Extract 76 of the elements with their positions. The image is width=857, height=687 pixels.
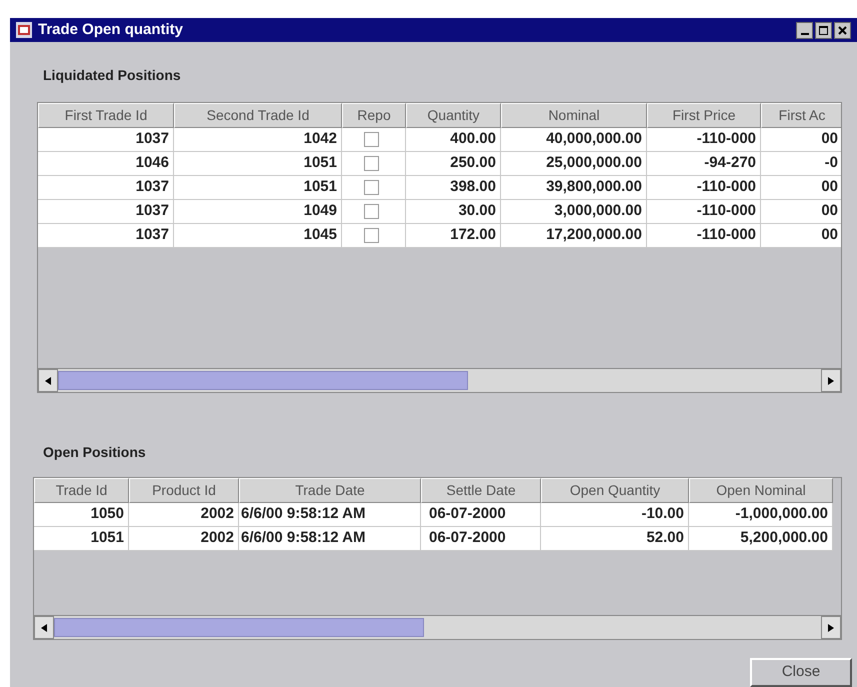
table-cell-text: 40,000,000.00: [546, 129, 642, 150]
table-cell-text: 398.00: [450, 177, 496, 198]
minimize-icon[interactable]: [796, 22, 813, 38]
table-cell-text: -94-270: [704, 153, 756, 174]
column-header[interactable]: Trade Date: [239, 478, 421, 503]
table-cell-text: 00: [821, 225, 838, 246]
scroll-thumb[interactable]: [54, 618, 424, 637]
scroll-right-icon[interactable]: [821, 369, 841, 392]
table-cell-text: 06-07-2000: [429, 528, 506, 548]
table-cell-text: 00: [821, 129, 838, 150]
table-cell-text: -10.00: [641, 504, 684, 524]
section-title: Open Positions: [43, 444, 146, 460]
horizontal-scrollbar[interactable]: [38, 368, 841, 392]
table-cell-text: -0: [824, 153, 838, 174]
repo-checkbox[interactable]: [364, 132, 379, 147]
table-cell-text: 1049: [304, 201, 337, 222]
column-header[interactable]: Trade Id: [34, 478, 129, 503]
close-button[interactable]: Close: [750, 658, 852, 687]
table-cell-text: -110-000: [696, 177, 756, 198]
table-cell-text: 1051: [90, 528, 124, 548]
table-cell-text: 00: [821, 177, 838, 198]
table-cell-text: 1037: [136, 225, 169, 246]
scroll-thumb[interactable]: [58, 371, 468, 390]
table-cell-text: 6/6/00 9:58:12 AM: [241, 504, 366, 524]
column-header[interactable]: Open Nominal: [689, 478, 833, 503]
table-cell-text: 1045: [304, 225, 337, 246]
table-cell-text: 1050: [90, 504, 124, 524]
table-cell-text: -110-000: [696, 201, 756, 222]
table-cell-text: 1037: [136, 129, 169, 150]
table-cell-text: 172.00: [450, 225, 496, 246]
column-header[interactable]: First Trade Id: [38, 103, 174, 128]
close-icon[interactable]: [834, 22, 851, 38]
window-title: Trade Open quantity: [38, 20, 184, 40]
table-cell-text: 17,200,000.00: [546, 225, 642, 246]
table-cell-text: 30.00: [458, 201, 496, 222]
horizontal-scrollbar[interactable]: [34, 615, 841, 639]
table-cell-text: 00: [821, 201, 838, 222]
repo-checkbox[interactable]: [364, 204, 379, 219]
column-header[interactable]: Repo: [342, 103, 406, 128]
table-cell-text: 1037: [136, 201, 169, 222]
scroll-left-icon[interactable]: [34, 616, 54, 639]
table-cell-text: -110-000: [696, 129, 756, 150]
repo-checkbox[interactable]: [364, 228, 379, 243]
table-cell-text: 39,800,000.00: [546, 177, 642, 198]
app-icon: [16, 22, 32, 38]
repo-checkbox[interactable]: [364, 180, 379, 195]
maximize-icon[interactable]: [815, 22, 832, 38]
column-header[interactable]: Settle Date: [421, 478, 541, 503]
scroll-left-icon[interactable]: [38, 369, 58, 392]
table-cell-text: -1,000,000.00: [735, 504, 828, 524]
column-header[interactable]: Quantity: [406, 103, 501, 128]
column-header[interactable]: Open Quantity: [541, 478, 689, 503]
table-cell-text: 1046: [136, 153, 169, 174]
column-header[interactable]: First Price: [647, 103, 761, 128]
table-cell-text: 5,200,000.00: [740, 528, 828, 548]
table-cell-text: 6/6/00 9:58:12 AM: [241, 528, 366, 548]
column-header[interactable]: Nominal: [501, 103, 647, 128]
table-cell-text: 1051: [304, 177, 337, 198]
table-cell-text: 3,000,000.00: [554, 201, 642, 222]
table-cell-text: 1042: [304, 129, 337, 150]
scroll-right-icon[interactable]: [821, 616, 841, 639]
table-cell-text: 2002: [200, 528, 234, 548]
table-cell-text: 400.00: [450, 129, 496, 150]
table-cell-text: 52.00: [646, 528, 684, 548]
section-title: Liquidated Positions: [43, 67, 181, 83]
table-cell-text: 25,000,000.00: [546, 153, 642, 174]
column-header[interactable]: Product Id: [129, 478, 239, 503]
table-cell-text: 1037: [136, 177, 169, 198]
table-cell-text: 1051: [304, 153, 337, 174]
table-cell-text: 06-07-2000: [429, 504, 506, 524]
column-header[interactable]: Second Trade Id: [174, 103, 342, 128]
table-cell-text: 2002: [200, 504, 234, 524]
column-header[interactable]: First Ac: [761, 103, 841, 128]
repo-checkbox[interactable]: [364, 156, 379, 171]
table-cell-text: 250.00: [450, 153, 496, 174]
table-cell-text: -110-000: [696, 225, 756, 246]
